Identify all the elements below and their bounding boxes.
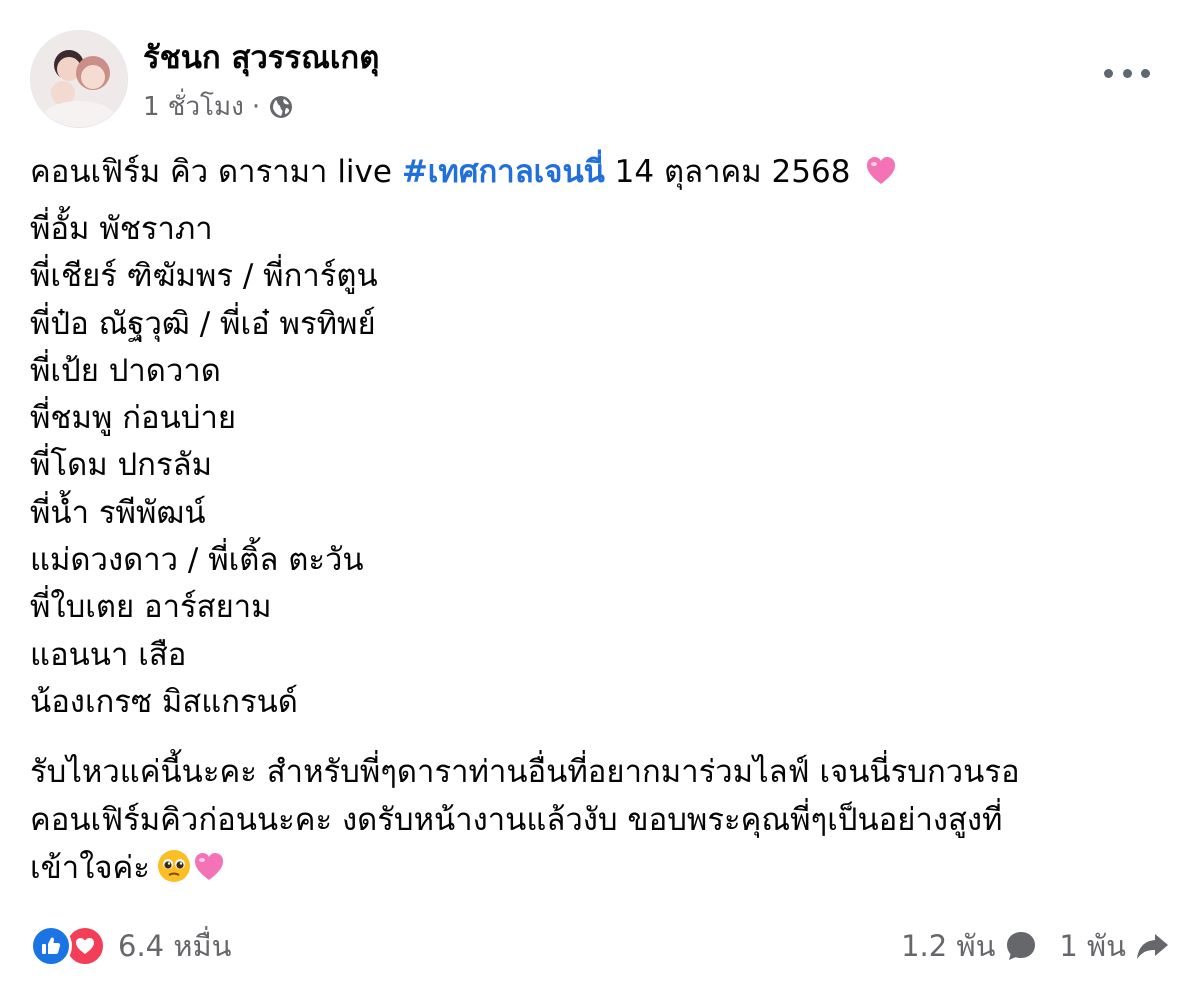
post-body: คอนเฟิร์ม คิว ดารามา live #เทศกาลเจนนี่ … — [30, 148, 1170, 892]
list-item: พี่โดม ปกรลัม — [30, 447, 213, 484]
list-item: พี่เชียร์ ฑิฆัมพร / พี่การ์ตูน — [30, 258, 378, 295]
comment-icon — [1003, 928, 1039, 964]
shares-count: 1 พัน — [1059, 929, 1126, 963]
list-item: พี่อั้ม พัชราภา — [30, 211, 213, 247]
intro-text: คอนเฟิร์ม คิว ดารามา live — [30, 154, 402, 190]
author-avatar[interactable] — [30, 30, 128, 128]
engagement-stats: 1.2 พัน 1 พัน — [901, 923, 1170, 969]
list-item: น้องเกรซ มิสแกรนด์ — [30, 683, 298, 720]
pleading-face-emoji — [156, 848, 192, 884]
facebook-post: รัชนก สุวรรณเกตุ 1 ชั่วโมง · คอนเฟิร์ม ค… — [0, 0, 1200, 985]
comments-count: 1.2 พัน — [901, 929, 996, 963]
post-meta: 1 ชั่วโมง · — [143, 86, 294, 127]
outro-line: เข้าใจค่ะ — [30, 850, 150, 887]
list-item: พี่ชมพู ก่อนบ่าย — [30, 400, 237, 437]
post-outro: รับไหวแค่นี้นะคะ สำหรับพี่ๆดาราท่านอื่นท… — [30, 748, 1170, 892]
like-reaction-icon — [30, 925, 72, 967]
post-footer: 6.4 หมื่น 1.2 พัน 1 พัน — [30, 918, 1170, 974]
reactions-count: 6.4 หมื่น — [118, 929, 232, 963]
post-timestamp[interactable]: 1 ชั่วโมง — [143, 86, 244, 127]
intro-date: 14 ตุลาคม 2568 — [604, 154, 851, 190]
pink-heart-emoji — [192, 850, 226, 884]
list-item: พี่ป๋อ ณัฐวุฒิ / พี่เอ๋ พรทิพย์ — [30, 305, 376, 342]
comments-button[interactable]: 1.2 พัน — [901, 923, 1039, 969]
outro-line: รับไหวแค่นี้นะคะ สำหรับพี่ๆดาราท่านอื่นท… — [30, 754, 1020, 791]
list-item: พี่น้ำ รพีพัฒน์ — [30, 494, 206, 531]
list-item: แม่ดวงดาว / พี่เติ้ล ตะวัน — [30, 542, 364, 579]
hashtag-link[interactable]: #เทศกาลเจนนี่ — [402, 154, 605, 190]
outro-line-last: เข้าใจค่ะ — [30, 844, 1170, 892]
list-item: พี่ใบเตย อาร์สยาม — [30, 589, 272, 626]
shares-button[interactable]: 1 พัน — [1059, 923, 1170, 969]
outro-line: คอนเฟิร์มคิวก่อนนะคะ งดรับหน้างานแล้วงับ… — [30, 802, 1003, 839]
reactions-summary[interactable]: 6.4 หมื่น — [30, 923, 231, 969]
names-list: พี่อั้ม พัชราภา พี่เชียร์ ฑิฆัมพร / พี่ก… — [30, 206, 1170, 726]
share-icon — [1134, 928, 1170, 964]
more-options-icon[interactable] — [1104, 58, 1150, 88]
post-intro: คอนเฟิร์ม คิว ดารามา live #เทศกาลเจนนี่ … — [30, 148, 1170, 196]
list-item: พี่เป้ย ปาดวาด — [30, 352, 221, 389]
pink-heart-emoji — [864, 154, 898, 188]
author-name[interactable]: รัชนก สุวรรณเกตุ — [143, 32, 379, 82]
list-item: แอนนา เสือ — [30, 636, 187, 673]
meta-separator: · — [251, 91, 261, 122]
globe-icon[interactable] — [268, 94, 294, 120]
